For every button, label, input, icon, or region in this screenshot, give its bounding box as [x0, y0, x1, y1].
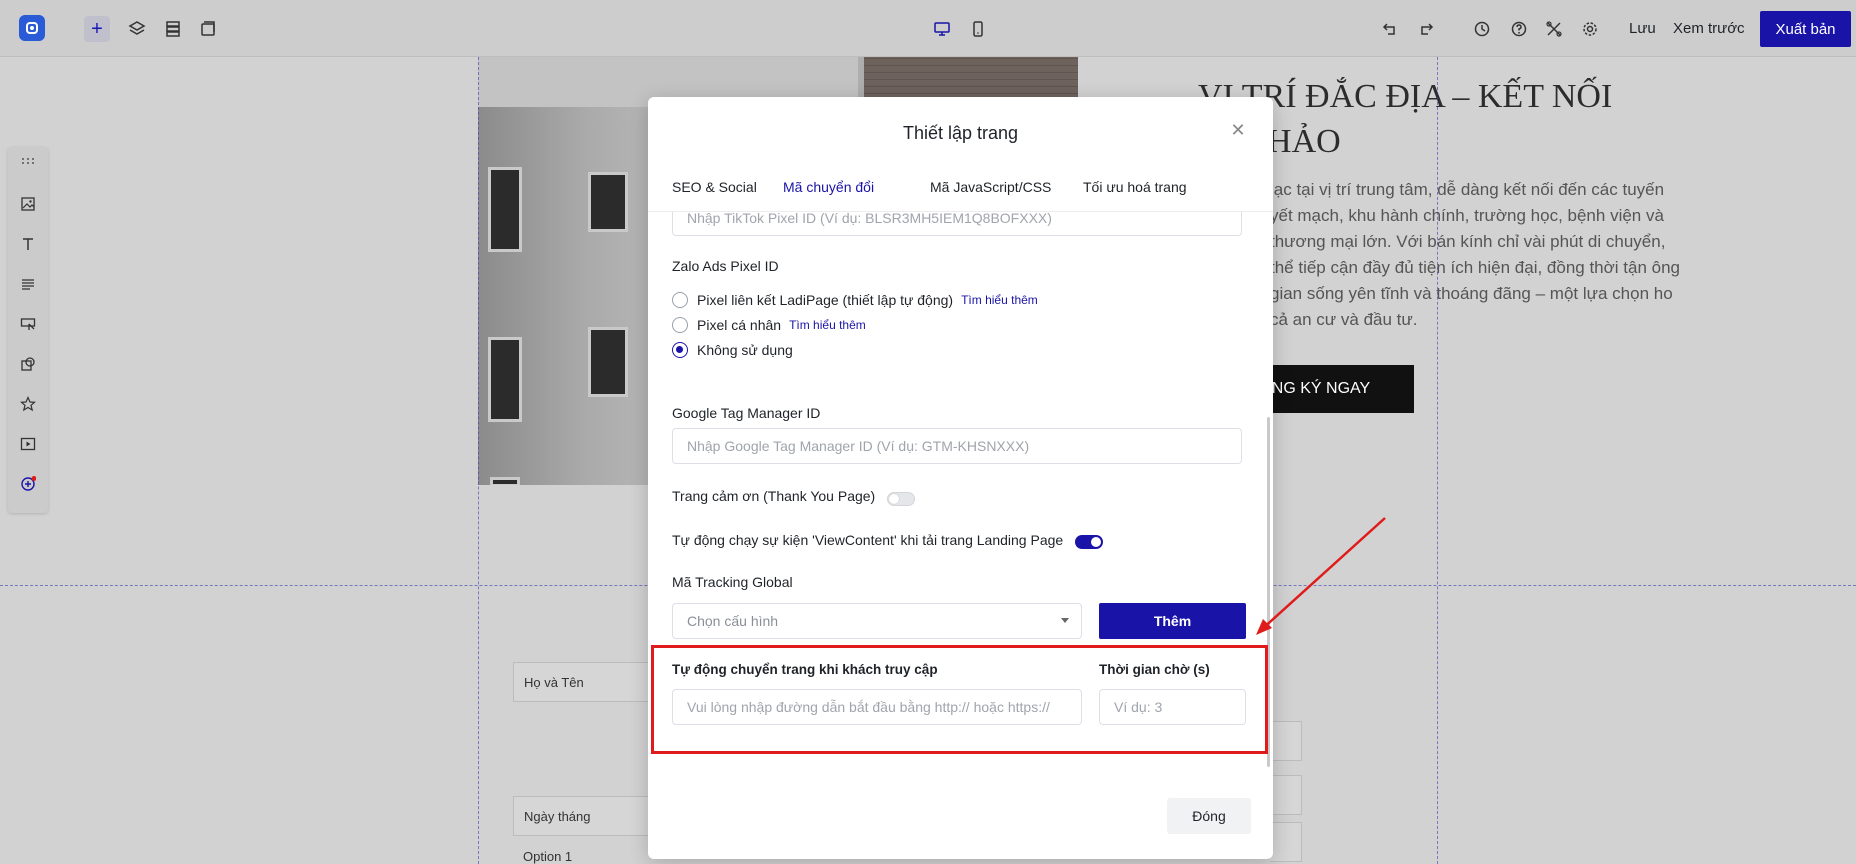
image-icon[interactable] [18, 194, 38, 214]
radio-label: Pixel liên kết LadiPage (thiết lập tự độ… [697, 292, 954, 308]
zalo-pixel-label: Zalo Ads Pixel ID [672, 258, 779, 274]
history-icon[interactable] [1470, 17, 1494, 41]
guide-line [478, 57, 479, 864]
learn-more-link[interactable]: Tìm hiểu thêm [789, 318, 866, 332]
radio-button[interactable] [672, 292, 688, 308]
tiktok-pixel-input[interactable]: Nhập TikTok Pixel ID (Ví dụ: BLSR3MH5IEM… [672, 212, 1242, 236]
gtm-label: Google Tag Manager ID [672, 405, 821, 421]
paragraph-icon[interactable] [18, 274, 38, 294]
close-button[interactable]: Đóng [1167, 798, 1251, 834]
form-option-radio[interactable]: Option 1 [513, 849, 653, 864]
button-element-icon[interactable] [18, 314, 38, 334]
shape-icon[interactable] [18, 354, 38, 374]
star-icon[interactable] [18, 394, 38, 414]
view-content-toggle[interactable] [1075, 535, 1103, 549]
radio-button-checked[interactable] [672, 342, 688, 358]
redo-icon[interactable] [1414, 17, 1438, 41]
form-field-edge [1270, 721, 1302, 761]
add-more-icon[interactable] [18, 474, 38, 494]
tracking-global-label: Mã Tracking Global [672, 574, 793, 590]
mobile-view-icon[interactable] [966, 17, 990, 41]
zalo-option-ladipage[interactable]: Pixel liên kết LadiPage (thiết lập tự độ… [672, 292, 1038, 308]
learn-more-link[interactable]: Tìm hiểu thêm [961, 293, 1038, 307]
highlight-box [651, 645, 1268, 754]
form-field-edge [1270, 822, 1302, 862]
close-icon[interactable]: ✕ [1230, 121, 1246, 139]
layers-icon[interactable] [125, 17, 149, 41]
help-icon[interactable] [1507, 17, 1531, 41]
app-logo-icon[interactable] [19, 15, 45, 41]
select-value: Chọn cấu hình [687, 613, 779, 629]
top-toolbar: + Lưu Xem trước Xuất bản [0, 0, 1856, 57]
desktop-view-icon[interactable] [930, 17, 954, 41]
zalo-option-personal[interactable]: Pixel cá nhân Tìm hiểu thêm [672, 317, 866, 333]
thank-you-toggle[interactable] [887, 492, 915, 506]
form-name-field[interactable]: Họ và Tên [513, 662, 653, 702]
save-button[interactable]: Lưu [1629, 20, 1656, 37]
annotation-arrow-icon [1256, 517, 1386, 635]
settings-gear-icon[interactable] [1578, 17, 1602, 41]
undo-icon[interactable] [1378, 17, 1402, 41]
tools-icon[interactable] [1542, 17, 1566, 41]
publish-button[interactable]: Xuất bản [1760, 11, 1851, 47]
tracking-config-select[interactable]: Chọn cấu hình [672, 603, 1082, 639]
tab-page-optimization[interactable]: Tối ưu hoá trang [1083, 179, 1187, 215]
add-tracking-button[interactable]: Thêm [1099, 603, 1246, 639]
text-icon[interactable] [18, 234, 38, 254]
preview-button[interactable]: Xem trước [1673, 20, 1745, 37]
radio-label: Không sử dụng [697, 342, 793, 358]
tab-conversion-code[interactable]: Mã chuyển đổi [783, 179, 875, 215]
gtm-input[interactable]: Nhập Google Tag Manager ID (Ví dụ: GTM-K… [672, 428, 1242, 464]
chevron-down-icon [1061, 618, 1069, 623]
hero-description: lạc tại vị trí trung tâm, dễ dàng kết nố… [1270, 180, 1681, 329]
view-content-label: Tự động chạy sự kiện 'ViewContent' khi t… [672, 532, 1064, 548]
tab-seo-social[interactable]: SEO & Social [672, 179, 757, 215]
element-toolbar [8, 147, 48, 513]
form-date-field[interactable]: Ngày tháng [513, 796, 653, 836]
tab-javascript-css[interactable]: Mã JavaScript/CSS [930, 179, 1051, 215]
form-field-edge [1270, 775, 1302, 815]
sections-icon[interactable] [161, 17, 185, 41]
radio-label: Pixel cá nhân [697, 317, 782, 333]
guide-line [1437, 57, 1438, 864]
modal-title: Thiết lập trang [902, 123, 1019, 143]
video-icon[interactable] [18, 434, 38, 454]
thank-you-label: Trang cảm ơn (Thank You Page) [672, 488, 876, 504]
add-element-button[interactable]: + [84, 16, 110, 42]
zalo-option-none[interactable]: Không sử dụng [672, 342, 793, 358]
radio-button[interactable] [672, 317, 688, 333]
drag-handle-icon[interactable] [18, 151, 38, 171]
pages-icon[interactable] [196, 17, 220, 41]
